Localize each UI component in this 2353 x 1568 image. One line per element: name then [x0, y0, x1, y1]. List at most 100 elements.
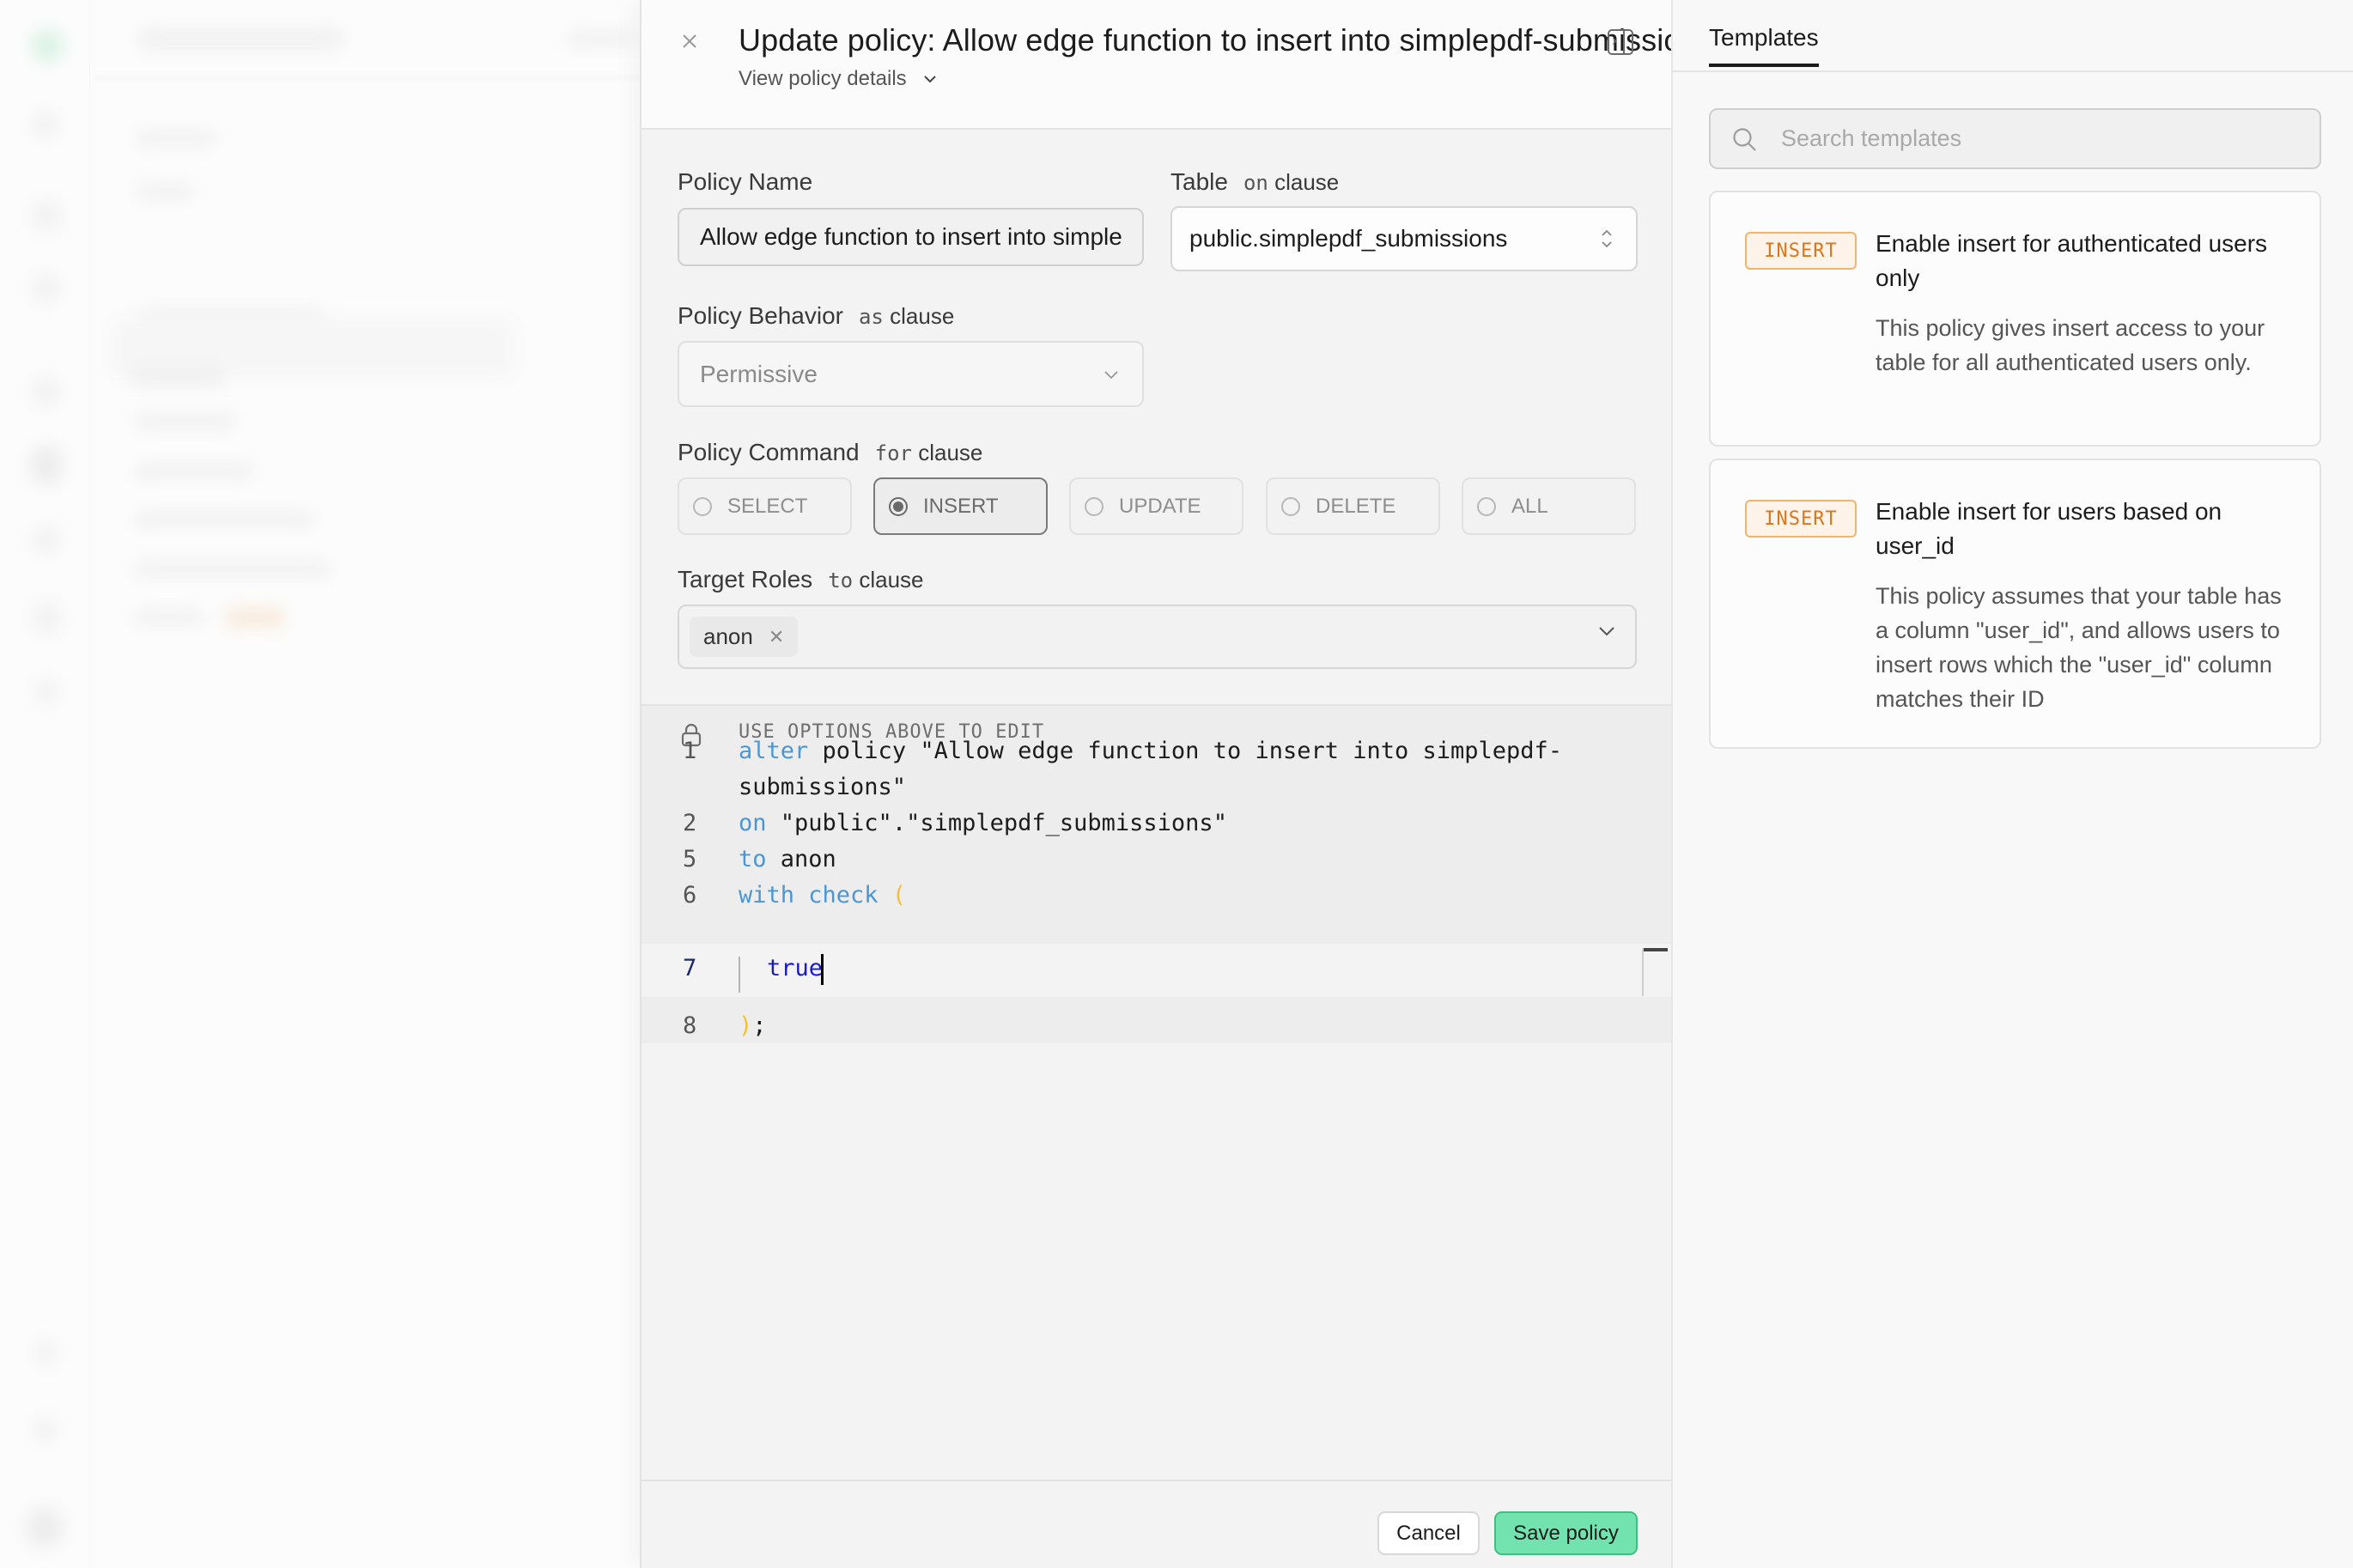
radio-icon: [1281, 496, 1300, 516]
nav-icon: [34, 1340, 57, 1365]
clause-keyword: on: [1243, 171, 1268, 195]
line-number: 2: [683, 810, 697, 836]
view-policy-details-label: View policy details: [739, 67, 907, 90]
radio-checked-icon: [889, 496, 908, 516]
remove-role-icon[interactable]: ✕: [769, 626, 784, 648]
command-option-select[interactable]: SELECT: [678, 477, 852, 535]
background-sidebar: [0, 0, 90, 1568]
command-option-delete[interactable]: DELETE: [1266, 477, 1440, 535]
sql-keyword: with check: [739, 882, 879, 909]
code-text: );: [739, 1008, 767, 1044]
template-description: This policy assumes that your table has …: [1876, 583, 2282, 712]
template-card[interactable]: INSERT Enable insert for users based on …: [1709, 459, 2321, 749]
logo-icon: [31, 29, 64, 62]
modal-footer: Cancel Save policy: [641, 1480, 1671, 1568]
command-option-label: DELETE: [1316, 494, 1396, 518]
background-menu-item: [134, 510, 314, 529]
line-number: 7: [683, 955, 697, 982]
sql-editor[interactable]: USE OPTIONS ABOVE TO EDIT 1 alter policy …: [641, 704, 1671, 1043]
modal-title: Update policy: Allow edge function to in…: [739, 22, 1671, 58]
close-icon: [683, 34, 696, 48]
command-option-insert[interactable]: INSERT: [873, 477, 1048, 535]
sql-keyword: alter: [739, 738, 809, 764]
code-text: submissions": [739, 769, 906, 805]
radio-icon: [1477, 496, 1496, 516]
sql-paren: (: [891, 882, 907, 909]
role-chip-label: anon: [703, 623, 753, 649]
line-number: 8: [683, 1012, 697, 1039]
chevron-up-down-icon: [1602, 229, 1612, 248]
command-option-label: UPDATE: [1119, 494, 1201, 518]
save-policy-button[interactable]: Save policy: [1494, 1511, 1638, 1555]
sql-literal: true: [767, 955, 824, 982]
table-select[interactable]: public.simplepdf_submissions: [1170, 206, 1638, 271]
policy-name-value: Allow edge function to insert into simpl…: [700, 223, 1122, 250]
nav-icon: [33, 601, 62, 635]
sql-keyword: to: [739, 846, 767, 872]
clause-keyword: to: [828, 568, 854, 593]
editor-scrollbar-marker[interactable]: [1644, 948, 1668, 951]
chevron-right-icon: ›: [1612, 32, 1617, 49]
avatar: [26, 1507, 64, 1548]
background-badge: [225, 606, 285, 629]
policy-behavior-select[interactable]: Permissive: [678, 341, 1144, 407]
template-card[interactable]: INSERT Enable insert for authenticated u…: [1709, 191, 2321, 447]
code-text: on "public"."simplepdf_submissions": [739, 805, 1227, 842]
chevron-down-icon: [1104, 370, 1118, 379]
target-roles-multiselect[interactable]: anon ✕: [678, 605, 1637, 669]
policy-name-label: Policy Name: [678, 168, 812, 196]
toggle-templates-panel-button[interactable]: ›: [1608, 29, 1633, 55]
policy-behavior-label-text: Policy Behavior: [678, 302, 843, 329]
templates-panel: Templates INSERT Enable insert for authe…: [1671, 0, 2353, 1568]
modal-header: Update policy: Allow edge function to in…: [641, 0, 1671, 130]
sql-text: ;: [752, 1012, 767, 1039]
nav-icon: [31, 199, 62, 232]
command-badge: INSERT: [1745, 232, 1857, 270]
policy-behavior-value: Permissive: [700, 360, 818, 387]
view-policy-details-toggle[interactable]: View policy details: [739, 67, 938, 91]
code-text: with check (: [739, 878, 906, 914]
policy-name-input[interactable]: Allow edge function to insert into simpl…: [678, 208, 1144, 266]
nav-icon: [33, 273, 60, 304]
sql-paren: ): [739, 1012, 753, 1039]
code-text: to anon: [739, 842, 836, 878]
role-chip-anon: anon ✕: [690, 617, 799, 657]
search-templates-input[interactable]: [1781, 125, 2320, 152]
policy-command-label-text: Policy Command: [678, 439, 860, 465]
background-menu-item: [134, 412, 237, 431]
line-number: 5: [683, 846, 697, 872]
table-value: public.simplepdf_submissions: [1189, 225, 1508, 252]
cancel-button[interactable]: Cancel: [1377, 1511, 1480, 1555]
editor-scroll-edge: [1642, 948, 1644, 996]
background-page-title: [137, 26, 344, 52]
target-roles-label-text: Target Roles: [678, 566, 813, 593]
target-roles-label: Target Roles to clause: [678, 566, 923, 593]
on-clause-hint: on clause: [1243, 169, 1339, 195]
clause-word: clause: [890, 303, 955, 329]
radio-icon: [1085, 496, 1104, 516]
clause-keyword: as: [858, 305, 884, 329]
template-title: Enable insert for authenticated users on…: [1876, 230, 2268, 291]
background-menu-item: [134, 608, 203, 627]
background-menu-item: [136, 129, 217, 148]
background-menu-item: [136, 182, 194, 201]
tab-templates[interactable]: Templates: [1709, 24, 1819, 67]
background-menu-item: [131, 365, 225, 387]
clause-word: clause: [1274, 169, 1340, 195]
nav-icon: [34, 1417, 57, 1443]
indent-guide: [739, 957, 740, 993]
as-clause-hint: as clause: [859, 303, 954, 329]
background-menu-item: [134, 462, 254, 481]
search-templates-field[interactable]: [1709, 108, 2321, 169]
tabs-divider: [1673, 70, 2353, 72]
policy-name-label-text: Policy Name: [678, 168, 813, 195]
command-option-update[interactable]: UPDATE: [1069, 477, 1243, 535]
background-tab: [567, 29, 635, 48]
table-label-text: Table: [1170, 168, 1228, 195]
chevron-down-icon: [1599, 627, 1614, 636]
close-button[interactable]: [674, 26, 705, 57]
command-option-all[interactable]: ALL: [1462, 477, 1636, 535]
radio-icon: [693, 496, 712, 516]
to-clause-hint: to clause: [828, 567, 923, 593]
